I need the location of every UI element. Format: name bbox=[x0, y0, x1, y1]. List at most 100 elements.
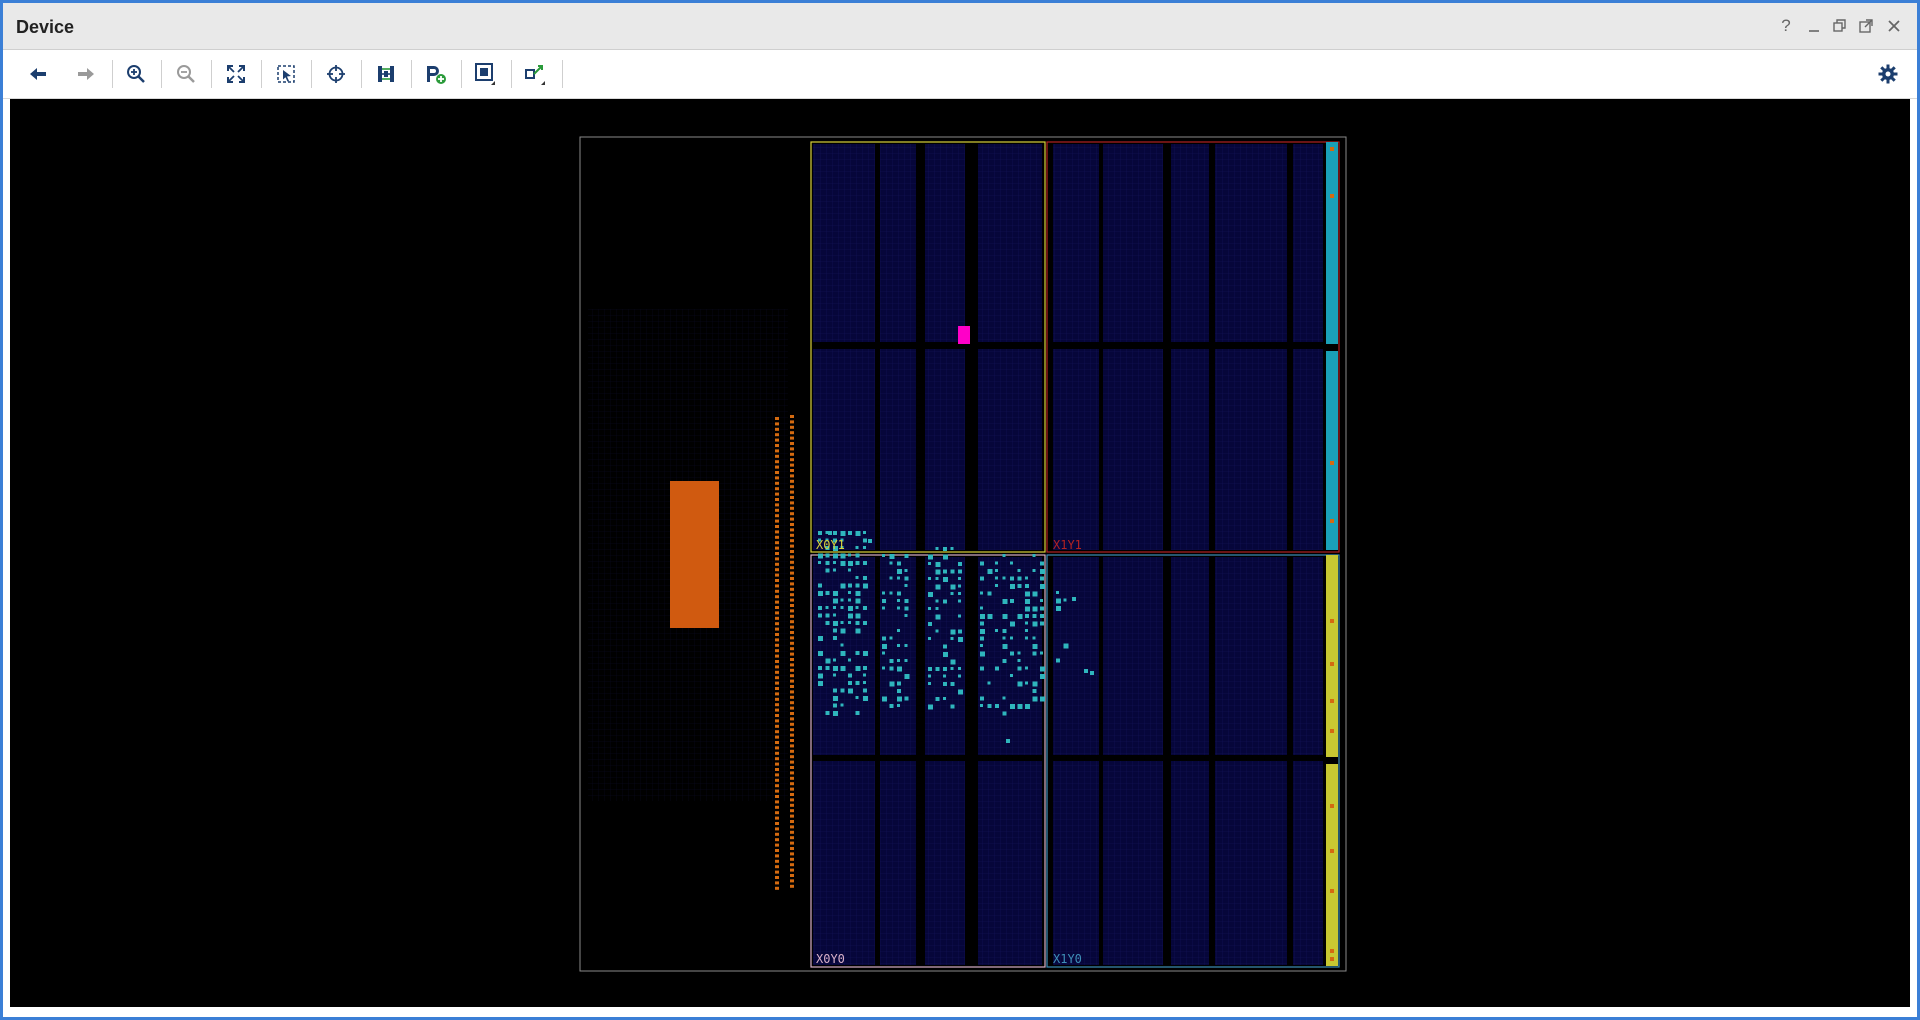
placed-cell bbox=[889, 659, 894, 663]
placed-cell bbox=[863, 576, 867, 580]
io-pin bbox=[775, 541, 779, 545]
device-canvas[interactable]: X0Y1 X1Y1 X0Y0 X1Y0 bbox=[10, 99, 1910, 1007]
restore-icon[interactable] bbox=[1829, 15, 1851, 37]
routing-resources-button[interactable] bbox=[371, 59, 401, 89]
io-pin bbox=[775, 579, 779, 582]
placed-cell bbox=[935, 614, 941, 620]
forward-button[interactable] bbox=[71, 59, 101, 89]
placed-cell bbox=[825, 613, 830, 618]
io-bank[interactable] bbox=[1326, 142, 1338, 344]
io-pin bbox=[775, 471, 779, 474]
io-pin bbox=[790, 760, 794, 764]
placed-cell bbox=[1032, 689, 1037, 693]
placed-cell bbox=[1010, 599, 1014, 603]
placed-cell bbox=[1025, 576, 1028, 580]
io-pin bbox=[775, 487, 779, 491]
show-connections-button[interactable] bbox=[521, 59, 551, 89]
placed-cell bbox=[995, 629, 998, 632]
placed-cell bbox=[1002, 696, 1006, 700]
io-pin bbox=[775, 514, 779, 518]
placed-cell bbox=[818, 613, 822, 618]
io-pin bbox=[790, 463, 794, 467]
placed-cell bbox=[897, 606, 900, 610]
io-pin bbox=[775, 843, 779, 847]
reports-button[interactable] bbox=[471, 59, 501, 89]
io-pin bbox=[790, 739, 794, 742]
placed-cell bbox=[897, 689, 901, 693]
create-pblock-button[interactable] bbox=[421, 59, 451, 89]
ps-block[interactable] bbox=[670, 481, 719, 628]
placed-cell bbox=[848, 613, 853, 619]
io-pin bbox=[775, 638, 779, 642]
back-button[interactable] bbox=[23, 59, 53, 89]
placed-cell bbox=[855, 651, 860, 655]
placed-cell bbox=[855, 696, 859, 699]
placed-cell bbox=[1032, 614, 1037, 618]
io-bank[interactable] bbox=[1326, 555, 1338, 757]
placed-cell bbox=[855, 621, 860, 625]
minimize-icon[interactable] bbox=[1803, 15, 1825, 37]
placed-cell bbox=[950, 637, 954, 640]
io-pin bbox=[775, 805, 779, 809]
io-pin bbox=[775, 584, 779, 588]
placed-cell bbox=[1032, 644, 1038, 649]
settings-button[interactable] bbox=[1873, 59, 1903, 89]
zoom-out-button[interactable] bbox=[171, 59, 201, 89]
placed-cell bbox=[833, 568, 836, 572]
io-pin bbox=[790, 787, 794, 791]
zoom-in-icon bbox=[127, 65, 145, 83]
placed-cell bbox=[1032, 621, 1038, 627]
fabric-column bbox=[1293, 144, 1323, 342]
io-pin bbox=[775, 757, 779, 761]
zoom-in-button[interactable] bbox=[121, 59, 151, 89]
io-pin bbox=[775, 768, 779, 771]
close-icon[interactable] bbox=[1883, 15, 1905, 37]
io-pin bbox=[775, 481, 779, 485]
device-view[interactable]: X0Y1 X1Y1 X0Y0 X1Y0 bbox=[10, 99, 1910, 1007]
placed-cell bbox=[904, 584, 908, 587]
placed-cell bbox=[825, 553, 830, 558]
fabric-column bbox=[880, 349, 916, 550]
placed-cell bbox=[863, 606, 867, 610]
io-pin bbox=[790, 771, 794, 775]
placed-cell bbox=[1032, 569, 1036, 572]
placed-cell bbox=[904, 554, 909, 558]
placed-cell bbox=[935, 629, 939, 633]
highlighted-cell[interactable] bbox=[958, 326, 970, 344]
bank-pin bbox=[1330, 619, 1334, 623]
io-pin bbox=[775, 773, 779, 777]
placed-cell bbox=[928, 607, 931, 610]
io-pin bbox=[790, 469, 794, 472]
placed-cell bbox=[833, 666, 838, 671]
autofit-selection-button[interactable] bbox=[321, 59, 351, 89]
io-pin bbox=[790, 695, 794, 699]
io-pin bbox=[790, 658, 794, 661]
io-pin bbox=[790, 685, 794, 688]
placed-cell bbox=[825, 606, 829, 609]
placed-cell bbox=[1056, 598, 1061, 604]
placed-cell bbox=[1032, 651, 1037, 656]
io-pin bbox=[775, 670, 779, 674]
placed-cell bbox=[882, 554, 885, 557]
io-pin bbox=[775, 660, 779, 663]
placed-cell bbox=[1040, 614, 1044, 618]
zoom-area-button[interactable] bbox=[271, 59, 301, 89]
io-pin bbox=[790, 809, 794, 813]
io-pin bbox=[790, 506, 794, 510]
placed-cell bbox=[818, 561, 821, 564]
placed-cell bbox=[1040, 674, 1045, 679]
maximize-icon[interactable] bbox=[1855, 15, 1877, 37]
help-icon[interactable]: ? bbox=[1775, 15, 1797, 37]
placed-cell bbox=[825, 666, 830, 670]
io-pin bbox=[775, 746, 779, 750]
placed-cell bbox=[1063, 643, 1069, 649]
zoom-fit-button[interactable] bbox=[221, 59, 251, 89]
io-pin bbox=[775, 703, 779, 707]
fabric-column bbox=[880, 761, 916, 965]
io-bank[interactable] bbox=[1326, 764, 1338, 966]
placed-cell bbox=[863, 696, 868, 701]
io-pin bbox=[775, 822, 779, 825]
io-pin bbox=[790, 431, 794, 435]
placed-cell bbox=[889, 576, 893, 580]
io-pin bbox=[775, 838, 779, 842]
